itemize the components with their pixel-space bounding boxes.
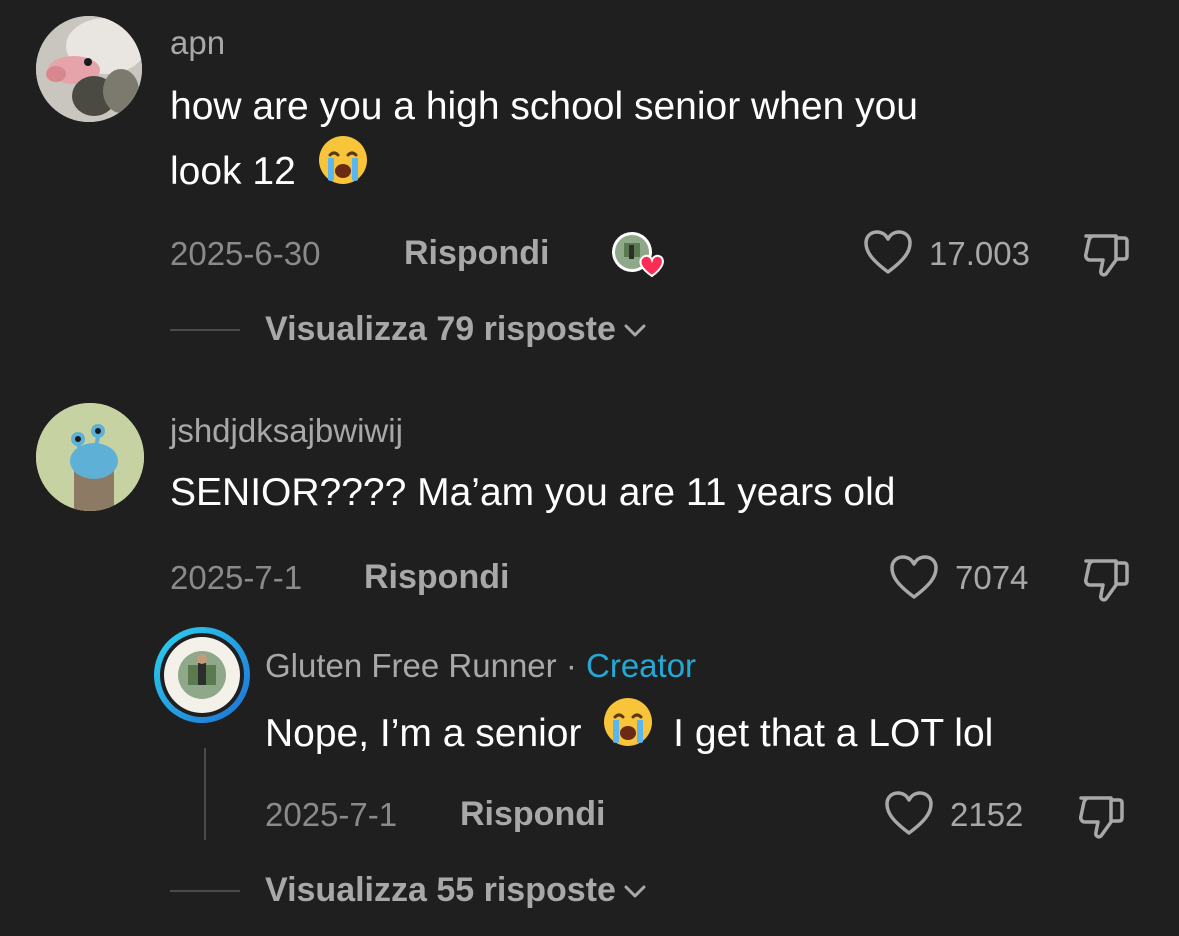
thumbs-down-icon	[1084, 559, 1129, 602]
dislike-button[interactable]	[1075, 790, 1129, 842]
reply-date: 2025-7-1	[265, 796, 398, 833]
heart-outline-icon	[864, 230, 912, 274]
thumbs-down-icon	[1084, 234, 1129, 277]
like-button[interactable]	[862, 228, 914, 278]
heart-outline-icon	[890, 555, 938, 599]
comment-username[interactable]: jshdjdksajbwiwij	[170, 412, 403, 450]
like-count: 2152	[950, 796, 1024, 833]
replies-divider	[170, 890, 240, 892]
reply-text-before: Nope, I’m a senior	[265, 711, 582, 755]
view-replies-button[interactable]: Visualizza 79 risposte	[265, 310, 648, 349]
reply-text: Nope, I’m a senior I get that a LOT lol	[265, 698, 1165, 771]
like-count: 7074	[955, 559, 1029, 596]
chevron-down-icon	[624, 324, 646, 336]
loudly-crying-face-icon	[317, 134, 369, 205]
creator-avatar[interactable]	[154, 627, 250, 723]
reply-text-after: I get that a LOT lol	[673, 711, 994, 755]
avatar-jshdjdksajbwiwij[interactable]	[36, 403, 144, 511]
view-replies-label: Visualizza 55 risposte	[265, 871, 616, 909]
avatar-apn[interactable]	[36, 16, 142, 122]
comment-username[interactable]: apn	[170, 24, 225, 62]
like-count: 17.003	[929, 235, 1030, 272]
like-button[interactable]	[883, 789, 935, 839]
like-button[interactable]	[888, 553, 940, 603]
comment-date: 2025-7-1	[170, 559, 303, 596]
thumbs-down-icon	[1079, 796, 1124, 839]
reply-button[interactable]: Rispondi	[364, 558, 509, 597]
creator-liked-badge	[610, 231, 664, 279]
comment-text-fragment: look 12	[170, 149, 296, 193]
creator-avatar-image	[160, 633, 244, 717]
reply-button[interactable]: Rispondi	[460, 795, 605, 834]
view-replies-label: Visualizza 79 risposte	[265, 310, 616, 348]
comment-date: 2025-6-30	[170, 235, 321, 272]
separator-dot: ·	[565, 647, 577, 684]
reply-button[interactable]: Rispondi	[404, 234, 549, 273]
cartoon-avatar-image	[36, 403, 144, 511]
view-replies-button[interactable]: Visualizza 55 risposte	[265, 871, 648, 910]
loudly-crying-face-icon	[602, 696, 654, 767]
opossum-avatar-image	[36, 16, 142, 122]
comment-text: how are you a high school senior when yo…	[170, 76, 1150, 209]
chevron-down-icon	[624, 885, 646, 897]
comment-text: SENIOR???? Ma’am you are 11 years old	[170, 471, 896, 514]
replies-divider	[170, 329, 240, 331]
creator-badge: Creator	[586, 647, 697, 684]
reply-username[interactable]: Gluten Free Runner	[265, 647, 557, 684]
reply-header: Gluten Free Runner · Creator	[265, 647, 696, 685]
comment-text-line: how are you a high school senior when yo…	[170, 85, 918, 128]
heart-outline-icon	[885, 791, 933, 835]
thread-line	[204, 748, 206, 840]
comment-text-line-2: look 12	[170, 136, 1150, 209]
dislike-button[interactable]	[1080, 228, 1134, 280]
dislike-button[interactable]	[1080, 553, 1134, 605]
